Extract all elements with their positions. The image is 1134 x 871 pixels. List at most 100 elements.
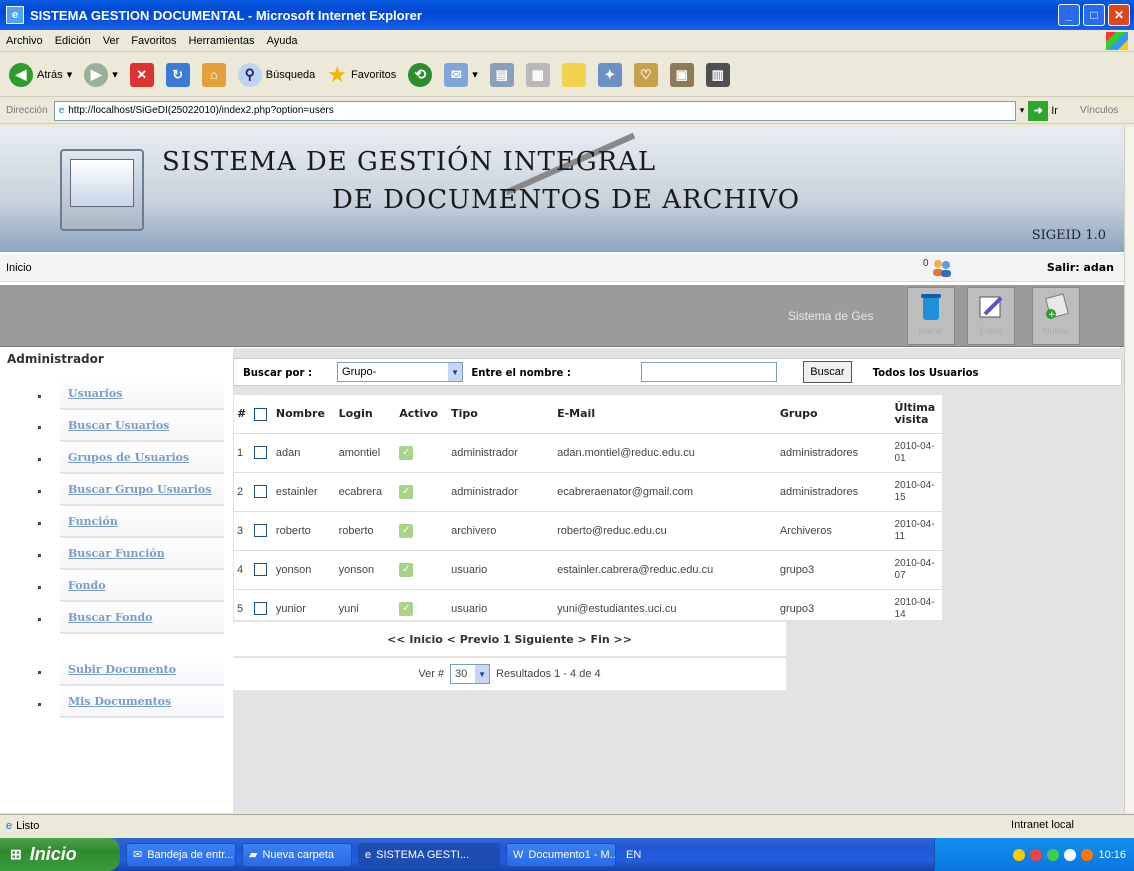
tray-icon[interactable] (1047, 848, 1060, 861)
search-by-label: Buscar por : (243, 365, 313, 379)
folder-icon: ▰ (249, 849, 258, 861)
menu-bar: Archivo Edición Ver Favoritos Herramient… (0, 30, 1134, 52)
sidebar-item-buscar-funcion[interactable]: Buscar Función (60, 538, 224, 570)
col-name[interactable]: Nombre (273, 395, 336, 433)
new-label: Nuevo (1042, 326, 1069, 336)
home-link[interactable]: Inicio (6, 262, 32, 274)
row-email: adan.montiel@reduc.edu.cu (554, 432, 777, 472)
task-label: Nueva carpeta (262, 848, 335, 861)
mail-button[interactable]: ✉ ▾ (441, 58, 481, 92)
search-button[interactable]: Buscar (803, 361, 852, 383)
task-ie[interactable]: e SISTEMA GESTI... (358, 842, 500, 867)
edit-button[interactable]: Editar (967, 287, 1015, 345)
tray-icon[interactable] (1013, 848, 1026, 861)
go-label[interactable]: Ir (1051, 105, 1058, 117)
table-row[interactable]: 4 yonson yonson ✓ usuario estainler.cabrera@r… (234, 549, 942, 589)
active-check-icon[interactable]: ✓ (399, 523, 414, 538)
new-button[interactable]: + Nuevo (1032, 287, 1080, 345)
search-button[interactable]: ⚲ Búsqueda (235, 58, 319, 92)
table-row[interactable]: 1 adan amontiel ✓ administrador adan.montiel@… (234, 432, 942, 472)
task-folder[interactable]: ▰ Nueva carpeta (242, 842, 352, 867)
tray-icon[interactable] (1064, 848, 1077, 861)
folder-button[interactable] (559, 58, 589, 92)
task-word[interactable]: W Documento1 - M... (506, 842, 616, 867)
row-select-checkbox[interactable] (254, 563, 268, 576)
active-check-icon[interactable]: ✓ (399, 484, 414, 499)
back-arrow-icon: ◀ (9, 62, 33, 87)
tray-icon[interactable] (1030, 848, 1043, 861)
row-select-checkbox[interactable] (254, 524, 268, 537)
row-select-checkbox[interactable] (254, 602, 268, 616)
menu-edicion[interactable]: Edición (55, 35, 91, 47)
vertical-scrollbar[interactable] (1124, 127, 1134, 813)
stop-icon: ✕ (129, 62, 154, 87)
chevron-down-icon[interactable]: ▾ (1020, 105, 1025, 116)
row-type: administrador (448, 432, 555, 472)
task-mail[interactable]: ✉ Bandeja de entr... (126, 842, 236, 867)
sidebar-item-grupos-usuarios[interactable]: Grupos de Usuarios (60, 442, 224, 474)
table-row[interactable]: 3 roberto roberto ✓ archivero roberto@reduc.e… (234, 510, 942, 550)
select-all-checkbox[interactable] (254, 407, 268, 421)
menu-ayuda[interactable]: Ayuda (267, 35, 298, 47)
new-document-icon: + (1045, 293, 1069, 320)
menu-favoritos[interactable]: Favoritos (131, 35, 176, 47)
back-button[interactable]: ◀ Atrás ▾ (6, 58, 75, 92)
language-indicator[interactable]: EN (626, 849, 641, 861)
pagination[interactable]: << Inicio < Previo 1 Siguiente > Fin >> (233, 622, 786, 656)
mail-icon: ✉ (133, 849, 143, 861)
go-button[interactable]: ➜ (1028, 100, 1049, 121)
home-button[interactable]: ⌂ (199, 58, 229, 92)
sidebar-item-usuarios[interactable]: Usuarios (60, 378, 224, 410)
menu-ver[interactable]: Ver (103, 35, 120, 47)
address-input[interactable]: e http://localhost/SiGeDI(25022010)/inde… (53, 100, 1016, 121)
sidebar-item-buscar-fondo[interactable]: Buscar Fondo (60, 602, 224, 634)
menu-archivo[interactable]: Archivo (6, 35, 43, 47)
media-button[interactable]: ▣ (667, 58, 697, 92)
table-header-row: # Nombre Login Activo Tipo E-Mail Grupo … (234, 395, 942, 433)
sidebar-item-subir-documento[interactable]: Subir Documento (60, 654, 224, 686)
sidebar-item-mis-documentos[interactable]: Mis Documentos (60, 686, 224, 718)
research-button[interactable]: ♡ (631, 58, 661, 92)
start-label: Inicio (29, 844, 77, 864)
active-check-icon[interactable]: ✓ (399, 562, 414, 577)
row-select-checkbox[interactable] (254, 485, 268, 498)
close-button[interactable]: ✕ (1108, 4, 1130, 26)
stop-button[interactable]: ✕ (127, 58, 157, 92)
col-type[interactable]: Tipo (448, 395, 554, 433)
col-active[interactable]: Activo (396, 395, 448, 433)
search-name-input[interactable] (641, 362, 778, 382)
links-label[interactable]: Vínculos (1080, 105, 1118, 116)
active-check-icon[interactable]: ✓ (399, 601, 414, 616)
menu-herramientas[interactable]: Herramientas (189, 35, 255, 47)
tray-icon[interactable] (1081, 848, 1094, 861)
forward-button[interactable]: ▶ ▾ (81, 58, 121, 92)
users-online-icon[interactable] (930, 258, 954, 278)
sidebar-item-buscar-grupo[interactable]: Buscar Grupo Usuarios (60, 474, 224, 506)
start-button[interactable]: ⊞ Inicio (0, 838, 120, 871)
col-login[interactable]: Login (336, 395, 397, 433)
search-by-select[interactable]: Grupo- ▼ (337, 362, 464, 382)
all-users-link[interactable]: Todos los Usuarios (872, 366, 978, 379)
delete-button[interactable]: Borrar (907, 287, 955, 345)
col-group[interactable]: Grupo (777, 395, 892, 433)
history-button[interactable]: ⟲ (405, 58, 435, 92)
calc-button[interactable]: ▥ (703, 58, 733, 92)
row-num: 4 (234, 549, 252, 589)
favorites-button[interactable]: ★ Favoritos (324, 58, 399, 92)
row-select-checkbox[interactable] (254, 446, 268, 459)
per-page-select[interactable]: 30 ▼ (450, 664, 491, 684)
edit-page-button[interactable]: ▦ (523, 58, 553, 92)
col-email[interactable]: E-Mail (554, 395, 777, 433)
active-check-icon[interactable]: ✓ (399, 445, 414, 460)
sidebar-item-funcion[interactable]: Función (60, 506, 224, 538)
col-visit[interactable]: Última visita (892, 395, 942, 433)
table-row[interactable]: 2 estainler ecabrera ✓ administrador ecabrera… (234, 471, 942, 511)
messenger-button[interactable]: ✦ (595, 58, 625, 92)
refresh-button[interactable]: ↻ (163, 58, 193, 92)
sidebar-item-fondo[interactable]: Fondo (60, 570, 224, 602)
logout-link[interactable]: Salir: adan (1047, 261, 1114, 274)
maximize-button[interactable]: □ (1083, 4, 1105, 26)
minimize-button[interactable]: _ (1058, 4, 1080, 26)
sidebar-item-buscar-usuarios[interactable]: Buscar Usuarios (60, 410, 224, 442)
print-button[interactable]: ▤ (487, 58, 517, 92)
